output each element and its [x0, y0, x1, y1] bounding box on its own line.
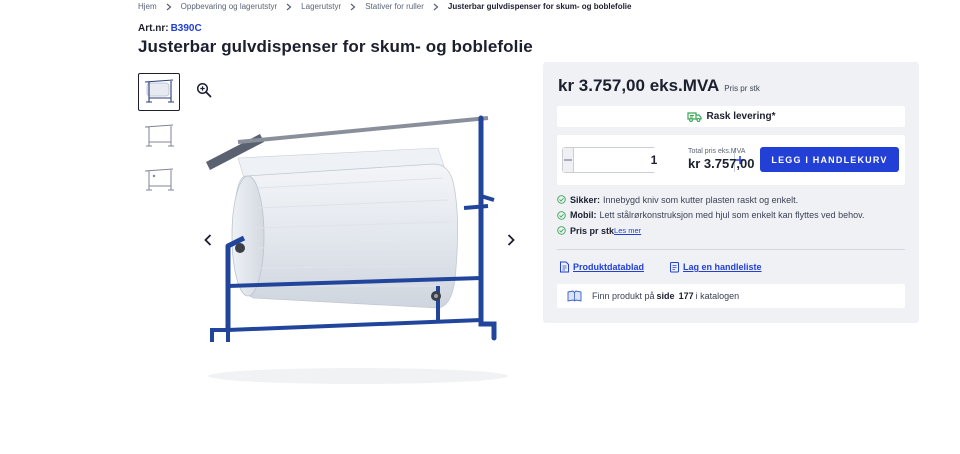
document-links: Produktdatablad Lag en handleliste: [559, 261, 787, 273]
product-image: [198, 108, 520, 390]
page-title: Justerbar gulvdispenser for skum- og bob…: [138, 37, 533, 56]
truck-icon: [686, 111, 702, 122]
feature-text: Lett stålrørkonstruksjon med hjul som en…: [599, 210, 865, 221]
delivery-badge: Rask levering*: [557, 106, 905, 127]
chevron-right-icon: [166, 3, 172, 11]
zoom-in-icon[interactable]: [196, 82, 212, 98]
total-price: Total pris eks.MVA kr 3.757,00: [688, 148, 755, 171]
check-circle-icon: [557, 226, 566, 235]
breadcrumb-current: Justerbar gulvdispenser for skum- og bob…: [447, 2, 632, 11]
price-unit: Pris pr stk: [724, 84, 760, 93]
feature-list: Sikker: Innebygd kniv som kutter plasten…: [557, 192, 864, 239]
feature-item: Pris pr stk Les mer: [557, 223, 864, 239]
catalog-info: Finn produkt på side 177 i katalogen: [557, 284, 905, 308]
breadcrumb: Hjem Oppbevaring og lagerutstyr Lageruts…: [138, 2, 631, 11]
price: kr 3.757,00 eks.MVA: [558, 76, 720, 95]
check-circle-icon: [557, 211, 566, 220]
breadcrumb-storage[interactable]: Oppbevaring og lagerutstyr: [181, 2, 278, 11]
catalog-page: 177: [678, 291, 694, 301]
catalog-side-label: side: [656, 291, 675, 301]
decrease-quantity-button[interactable]: [563, 148, 573, 172]
datasheet-link[interactable]: Produktdatablad: [559, 261, 644, 273]
add-to-cart-button[interactable]: LEGG I HANDLEKURV: [760, 147, 899, 172]
shopping-list-label: Lag en handleliste: [683, 262, 762, 272]
check-circle-icon: [557, 195, 566, 204]
catalog-prefix: Finn produkt på: [592, 291, 655, 301]
catalog-icon: [567, 290, 582, 302]
minus-icon: [564, 159, 572, 161]
quantity-stepper: [562, 147, 744, 173]
chevron-right-icon: [433, 3, 439, 11]
divider: [557, 249, 905, 250]
datasheet-label: Produktdatablad: [573, 262, 645, 272]
feature-item: Sikker: Innebygd kniv som kutter plasten…: [557, 192, 864, 208]
delivery-label: Rask levering*: [706, 111, 776, 122]
price-row: kr 3.757,00 eks.MVA Pris pr stk: [558, 76, 760, 96]
feature-text: Innebygd kniv som kutter plasten raskt o…: [603, 194, 799, 205]
chevron-left-icon[interactable]: [201, 233, 215, 247]
total-price-label: Total pris eks.MVA: [688, 148, 746, 155]
datasheet-icon: [559, 261, 570, 273]
breadcrumb-warehouse[interactable]: Lagerutstyr: [301, 2, 341, 11]
thumbnail-list: [138, 73, 180, 205]
chevron-right-icon: [286, 3, 292, 11]
shopping-list-link[interactable]: Lag en handleliste: [669, 261, 762, 273]
feature-title: Pris pr stk: [570, 225, 615, 236]
article-number-label: Art.nr:: [138, 23, 169, 34]
list-icon: [669, 261, 680, 273]
chevron-right-icon: [350, 3, 356, 11]
chevron-right-icon[interactable]: [504, 233, 518, 247]
breadcrumb-roll-stands[interactable]: Stativer for ruller: [365, 2, 424, 11]
thumbnail-3[interactable]: [138, 161, 180, 199]
article-number: Art.nr: B390C: [138, 23, 202, 34]
feature-title: Sikker:: [570, 194, 601, 205]
feature-item: Mobil: Lett stålrørkonstruksjon med hjul…: [557, 208, 864, 224]
feature-title: Mobil:: [570, 210, 597, 221]
breadcrumb-home[interactable]: Hjem: [138, 2, 157, 11]
thumbnail-2[interactable]: [138, 117, 180, 155]
read-more-link[interactable]: Les mer: [614, 226, 641, 235]
article-number-value: B390C: [170, 23, 202, 34]
buy-box: Total pris eks.MVA kr 3.757,00 LEGG I HA…: [557, 135, 905, 185]
total-price-amount: kr 3.757,00: [688, 156, 755, 171]
thumbnail-1[interactable]: [138, 73, 180, 111]
catalog-suffix: i katalogen: [695, 291, 740, 301]
buy-panel: kr 3.757,00 eks.MVA Pris pr stk Rask lev…: [543, 62, 919, 323]
